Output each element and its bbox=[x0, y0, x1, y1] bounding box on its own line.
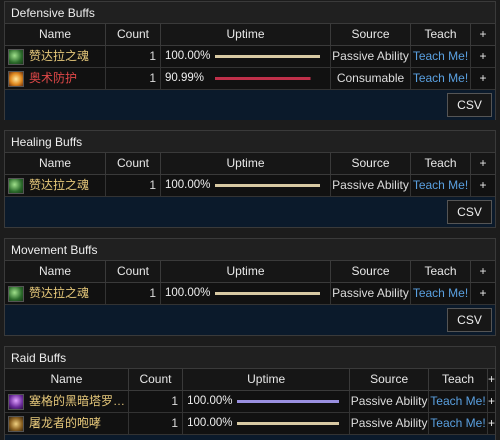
uptime-percent: 100.00% bbox=[187, 417, 233, 429]
panel-title: Healing Buffs bbox=[5, 131, 495, 153]
header-uptime[interactable]: Uptime bbox=[160, 261, 330, 283]
buff-name[interactable]: 塞格的黑暗塔罗… bbox=[29, 391, 125, 412]
uptime-bar bbox=[215, 184, 320, 187]
buff-name[interactable]: 奥术防护 bbox=[29, 68, 77, 89]
header-name[interactable]: Name bbox=[5, 24, 105, 46]
table-row: 奥术防护 1 90.99% Consumable Teach Me! + bbox=[5, 68, 495, 90]
header-plus[interactable]: + bbox=[487, 369, 496, 391]
expand-button[interactable]: + bbox=[470, 46, 495, 68]
uptime-bar bbox=[215, 55, 320, 58]
header-source[interactable]: Source bbox=[330, 261, 410, 283]
buff-source: Consumable bbox=[330, 68, 410, 90]
uptime-bar bbox=[237, 400, 340, 403]
header-source[interactable]: Source bbox=[349, 369, 428, 391]
buff-name[interactable]: 赞达拉之魂 bbox=[29, 283, 89, 304]
expand-button[interactable]: + bbox=[470, 175, 495, 197]
purple-card-icon bbox=[8, 393, 24, 410]
buff-name[interactable]: 赞达拉之魂 bbox=[29, 46, 89, 67]
csv-button[interactable]: CSV bbox=[447, 200, 492, 224]
raid-buffs-panel: Raid Buffs Name Count Uptime Source Teac… bbox=[4, 346, 496, 440]
buff-source: Passive Ability bbox=[330, 175, 410, 197]
header-name[interactable]: Name bbox=[5, 369, 128, 391]
green-spirit-icon bbox=[8, 177, 24, 194]
header-teach[interactable]: Teach bbox=[427, 369, 487, 391]
header-count[interactable]: Count bbox=[105, 261, 160, 283]
header-name[interactable]: Name bbox=[5, 153, 105, 175]
header-teach[interactable]: Teach bbox=[410, 153, 470, 175]
csv-button[interactable]: CSV bbox=[447, 93, 492, 117]
header-teach[interactable]: Teach bbox=[410, 24, 470, 46]
buff-source: Passive Ability bbox=[330, 283, 410, 305]
buff-source: Passive Ability bbox=[349, 391, 428, 413]
teach-me-link[interactable]: Teach Me! bbox=[410, 68, 470, 90]
expand-button[interactable]: + bbox=[486, 391, 495, 413]
uptime-percent: 100.00% bbox=[187, 395, 233, 407]
table-row: 赞达拉之魂 1 100.00% Passive Ability Teach Me… bbox=[5, 46, 495, 68]
panel-title: Movement Buffs bbox=[5, 239, 495, 261]
green-spirit-icon bbox=[8, 48, 24, 65]
buff-count: 1 bbox=[105, 283, 160, 305]
table-header: Name Count Uptime Source Teach + bbox=[5, 369, 496, 391]
header-uptime[interactable]: Uptime bbox=[182, 369, 350, 391]
teach-me-link[interactable]: Teach Me! bbox=[427, 413, 487, 435]
header-plus[interactable]: + bbox=[470, 261, 495, 283]
teach-me-link[interactable]: Teach Me! bbox=[410, 46, 470, 68]
buff-count: 1 bbox=[127, 413, 183, 435]
uptime-percent: 100.00% bbox=[165, 50, 211, 62]
uptime-percent: 100.00% bbox=[165, 287, 211, 299]
header-uptime[interactable]: Uptime bbox=[160, 24, 330, 46]
uptime-bar bbox=[215, 292, 320, 295]
header-count[interactable]: Count bbox=[127, 369, 183, 391]
header-uptime[interactable]: Uptime bbox=[160, 153, 330, 175]
panel-title: Raid Buffs bbox=[5, 347, 495, 369]
healing-buffs-panel: Healing Buffs Name Count Uptime Source T… bbox=[4, 130, 496, 228]
header-plus[interactable]: + bbox=[470, 153, 495, 175]
header-source[interactable]: Source bbox=[330, 24, 410, 46]
buff-name[interactable]: 赞达拉之魂 bbox=[29, 175, 89, 196]
buff-source: Passive Ability bbox=[330, 46, 410, 68]
header-plus[interactable]: + bbox=[470, 24, 495, 46]
green-spirit-icon bbox=[8, 285, 24, 302]
buff-name[interactable]: 屠龙者的咆哮 bbox=[29, 413, 101, 434]
buff-source: Passive Ability bbox=[349, 413, 428, 435]
buff-count: 1 bbox=[105, 68, 160, 90]
panel-title: Defensive Buffs bbox=[5, 2, 495, 24]
uptime-percent: 90.99% bbox=[165, 72, 205, 84]
table-header: Name Count Uptime Source Teach + bbox=[5, 24, 495, 46]
teach-me-link[interactable]: Teach Me! bbox=[410, 283, 470, 305]
teach-me-link[interactable]: Teach Me! bbox=[427, 391, 487, 413]
header-count[interactable]: Count bbox=[105, 153, 160, 175]
expand-button[interactable]: + bbox=[470, 68, 495, 90]
table-row: 屠龙者的咆哮 1 100.00% Passive Ability Teach M… bbox=[5, 413, 495, 435]
expand-button[interactable]: + bbox=[486, 413, 495, 435]
header-source[interactable]: Source bbox=[330, 153, 410, 175]
teach-me-link[interactable]: Teach Me! bbox=[410, 175, 470, 197]
expand-button[interactable]: + bbox=[470, 283, 495, 305]
header-teach[interactable]: Teach bbox=[410, 261, 470, 283]
defensive-buffs-panel: Defensive Buffs Name Count Uptime Source… bbox=[4, 1, 496, 120]
header-count[interactable]: Count bbox=[105, 24, 160, 46]
table-header: Name Count Uptime Source Teach + bbox=[5, 261, 495, 283]
gold-dragon-icon bbox=[8, 415, 24, 432]
uptime-percent: 100.00% bbox=[165, 179, 211, 191]
table-row: 塞格的黑暗塔罗… 1 100.00% Passive Ability Teach… bbox=[5, 391, 495, 413]
uptime-bar bbox=[215, 77, 320, 80]
orange-flask-icon bbox=[8, 70, 24, 87]
table-header: Name Count Uptime Source Teach + bbox=[5, 153, 495, 175]
table-row: 赞达拉之魂 1 100.00% Passive Ability Teach Me… bbox=[5, 175, 495, 197]
header-name[interactable]: Name bbox=[5, 261, 105, 283]
buff-count: 1 bbox=[105, 175, 160, 197]
table-row: 赞达拉之魂 1 100.00% Passive Ability Teach Me… bbox=[5, 283, 495, 305]
buff-count: 1 bbox=[105, 46, 160, 68]
uptime-bar bbox=[237, 422, 340, 425]
buff-count: 1 bbox=[127, 391, 183, 413]
csv-button[interactable]: CSV bbox=[447, 308, 492, 332]
movement-buffs-panel: Movement Buffs Name Count Uptime Source … bbox=[4, 238, 496, 336]
